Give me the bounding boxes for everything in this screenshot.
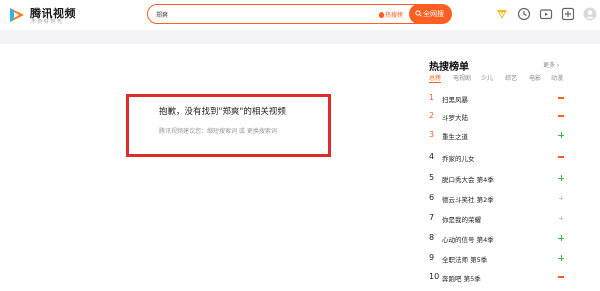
ranking-item[interactable]: 10 奔跑吧 第5季 [414, 270, 600, 288]
ranking-item[interactable]: 1 扫黑风暴 [414, 91, 600, 109]
more-link[interactable]: 更多 › [543, 60, 559, 69]
trend-up-icon [557, 174, 565, 182]
ranking-item[interactable]: 6 德云斗笑社 第2季 [414, 191, 600, 209]
search-input[interactable] [156, 6, 336, 22]
trend-new-icon [557, 214, 565, 222]
rank-number: 8 [429, 233, 435, 242]
show-title: 扫黑风暴 [442, 96, 468, 104]
tab-variety[interactable]: 综艺 [505, 73, 517, 82]
logo-icon [10, 8, 24, 22]
trend-up-icon [557, 254, 565, 262]
chevron-right-icon: › [555, 62, 560, 69]
ranking-item[interactable]: 4 乔家的儿女 [414, 150, 600, 168]
rank-number: 3 [429, 130, 435, 139]
trend-new-icon [557, 194, 565, 202]
show-title: 重生之道 [442, 133, 468, 141]
rank-number: 9 [429, 253, 435, 262]
tencent-video-logo[interactable]: 腾讯视频 不负好时光 [8, 5, 92, 27]
video-creation-icon[interactable] [539, 7, 553, 21]
rank-number: 7 [429, 213, 435, 222]
hot-search-link[interactable]: 热搜榜 [379, 10, 403, 19]
rank-number: 4 [429, 152, 435, 161]
rank-number: 10 [429, 272, 440, 281]
trend-same-icon [557, 112, 565, 120]
trend-same-icon [557, 273, 565, 281]
active-tab-indicator [429, 82, 441, 83]
trend-same-icon [557, 94, 565, 102]
more-label: 更多 [543, 62, 556, 69]
flame-icon [379, 12, 384, 18]
avatar-icon[interactable] [583, 7, 597, 21]
ranking-item[interactable]: 7 你是我的荣耀 [414, 211, 600, 229]
search-suggestion: 腾讯视频建议您：缩短搜索词 或 更换搜索词 [159, 128, 277, 135]
hot-search-label: 热搜榜 [385, 12, 404, 19]
logo-slogan: 不负好时光 [31, 19, 64, 25]
trend-same-icon [557, 153, 565, 161]
trend-up-icon [557, 234, 565, 242]
rank-number: 6 [429, 193, 435, 202]
ranking-title: 热搜榜单 [429, 62, 469, 73]
search-button[interactable]: 全网搜 [409, 4, 452, 24]
rank-number: 2 [429, 111, 435, 120]
show-title: 斗罗大陆 [442, 114, 468, 122]
show-title: 你是我的荣耀 [442, 216, 481, 224]
show-title: 乔家的儿女 [442, 155, 475, 163]
tab-kids[interactable]: 少儿 [481, 73, 493, 82]
trend-up-icon [557, 131, 565, 139]
upload-icon[interactable] [561, 7, 575, 21]
no-results-notice: 抱歉，没有找到"郑爽"的相关视频 腾讯视频建议您：缩短搜索词 或 更换搜索词 [126, 94, 331, 157]
show-title: 脱口秀大会 第4季 [442, 176, 494, 184]
show-title: 心动的信号 第4季 [442, 236, 494, 244]
ranking-item[interactable]: 5 脱口秀大会 第4季 [414, 171, 600, 189]
tab-all[interactable]: 总榜 [429, 73, 441, 82]
history-icon[interactable] [517, 7, 531, 21]
search-bar: 热搜榜 [147, 4, 426, 24]
show-title: 奔跑吧 第5季 [442, 275, 481, 283]
ranking-item[interactable]: 3 重生之道 [414, 128, 600, 146]
ranking-item[interactable]: 9 全职法师 第5季 [414, 251, 600, 269]
top-header: 腾讯视频 不负好时光 热搜榜 全网搜 [0, 0, 600, 30]
search-icon [415, 10, 422, 17]
search-results-area [0, 44, 414, 291]
search-button-label: 全网搜 [423, 10, 444, 18]
no-results-title: 抱歉，没有找到"郑爽"的相关视频 [159, 107, 286, 117]
vip-icon[interactable] [495, 7, 509, 21]
show-title: 德云斗笑社 第2季 [442, 196, 494, 204]
rank-number: 1 [429, 93, 435, 102]
tab-anime[interactable]: 动漫 [551, 73, 563, 82]
ranking-item[interactable]: 2 斗罗大陆 [414, 109, 600, 127]
tab-movies[interactable]: 电影 [529, 73, 541, 82]
ranking-item[interactable]: 8 心动的信号 第4季 [414, 231, 600, 249]
show-title: 全职法师 第5季 [442, 256, 488, 264]
rank-number: 5 [429, 173, 435, 182]
tab-tv-series[interactable]: 电视剧 [453, 73, 471, 82]
